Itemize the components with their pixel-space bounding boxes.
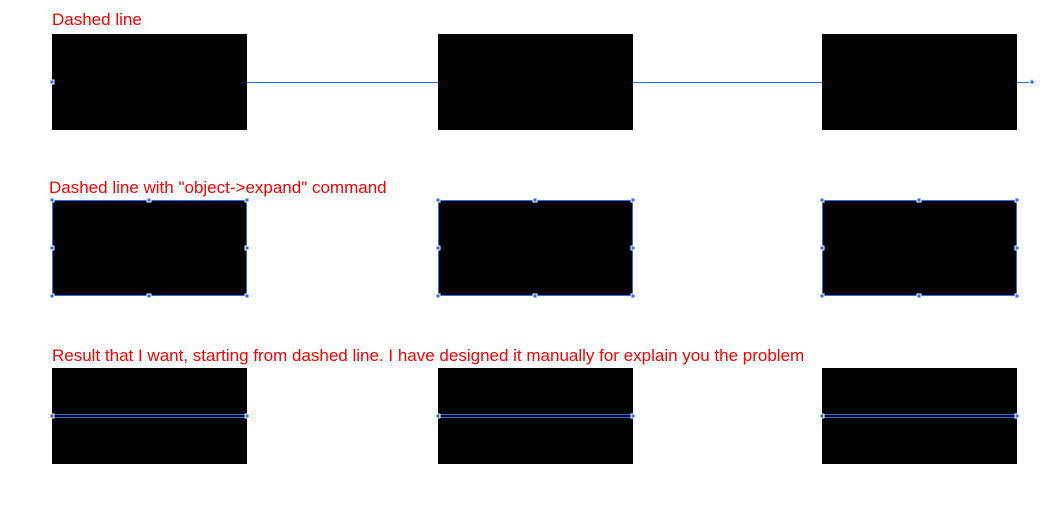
row2-rect-3-handle-tl[interactable] [820, 198, 825, 203]
section-2-label: Dashed line with "object->expand" comman… [49, 178, 387, 198]
row2-rect-3-handle-tr[interactable] [1015, 198, 1020, 203]
row2-rect-3-handle-ml[interactable] [820, 246, 825, 251]
row2-rect-3-handle-tm[interactable] [917, 198, 922, 203]
row1-line-start-handle[interactable] [50, 80, 55, 85]
row2-rect-2-handle-tm[interactable] [533, 198, 538, 203]
row2-rect-1-handle-tl[interactable] [50, 198, 55, 203]
row1-dash-1 [52, 34, 247, 130]
row2-rect-1-handle-mr[interactable] [245, 246, 250, 251]
row2-rect-1-handle-bl[interactable] [50, 294, 55, 299]
section-3-label: Result that I want, starting from dashed… [52, 346, 804, 366]
row1-dash-3 [822, 34, 1017, 130]
row3-seg-1[interactable] [52, 414, 249, 418]
row3-seg-1-h2[interactable] [245, 414, 250, 419]
row1-line-end-handle[interactable] [1028, 78, 1035, 85]
row2-rect-2-handle-br[interactable] [631, 294, 636, 299]
row2-rect-2-handle-bl[interactable] [436, 294, 441, 299]
row2-rect-3[interactable] [822, 200, 1017, 296]
row3-seg-2-h1[interactable] [436, 414, 441, 419]
row2-rect-1-handle-tr[interactable] [245, 198, 250, 203]
row3-seg-1-h1[interactable] [50, 414, 55, 419]
row1-dash-2 [438, 34, 633, 130]
row2-rect-2[interactable] [438, 200, 633, 296]
row2-rect-1[interactable] [52, 200, 247, 296]
row2-rect-1-handle-br[interactable] [245, 294, 250, 299]
row2-rect-2-handle-mr[interactable] [631, 246, 636, 251]
row2-rect-1-handle-tm[interactable] [147, 198, 152, 203]
section-1-label: Dashed line [52, 10, 142, 30]
row2-rect-3-handle-bm[interactable] [917, 294, 922, 299]
row2-rect-2-handle-bm[interactable] [533, 294, 538, 299]
row2-rect-2-handle-tl[interactable] [436, 198, 441, 203]
row2-rect-2-handle-tr[interactable] [631, 198, 636, 203]
row2-rect-3-handle-bl[interactable] [820, 294, 825, 299]
row2-rect-3-handle-br[interactable] [1015, 294, 1020, 299]
row3-seg-2[interactable] [438, 414, 635, 418]
row2-rect-2-handle-ml[interactable] [436, 246, 441, 251]
row3-seg-3[interactable] [822, 414, 1019, 418]
row2-rect-1-handle-ml[interactable] [50, 246, 55, 251]
row3-seg-3-h2[interactable] [1015, 414, 1020, 419]
row3-seg-2-h2[interactable] [631, 414, 636, 419]
row3-seg-3-h1[interactable] [820, 414, 825, 419]
row2-rect-3-handle-mr[interactable] [1015, 246, 1020, 251]
row2-rect-1-handle-bm[interactable] [147, 294, 152, 299]
